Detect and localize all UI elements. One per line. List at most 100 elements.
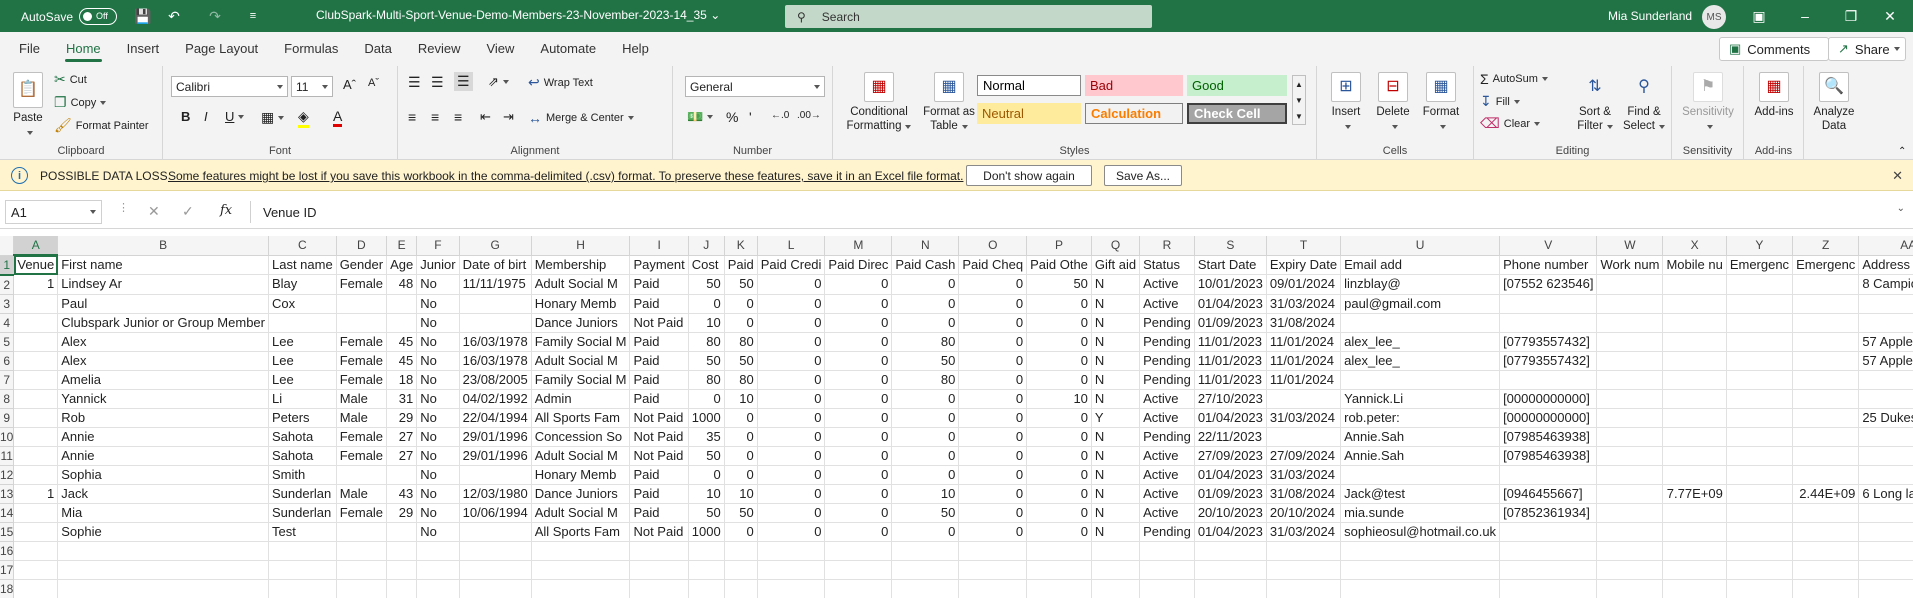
- cell[interactable]: [1726, 313, 1794, 333]
- cell[interactable]: [336, 560, 388, 580]
- cell[interactable]: 0: [724, 465, 758, 485]
- cell[interactable]: [459, 294, 532, 314]
- cell[interactable]: [1340, 370, 1501, 390]
- cell[interactable]: [1726, 484, 1794, 504]
- cell[interactable]: 27: [386, 446, 418, 466]
- cell[interactable]: 11/01/2023: [1194, 351, 1267, 371]
- cell[interactable]: 0: [724, 313, 758, 333]
- sensitivity-button[interactable]: ⚑ Sensitivity: [1678, 72, 1738, 133]
- cell[interactable]: N: [1091, 465, 1141, 485]
- cell[interactable]: 0: [824, 313, 893, 333]
- row-header[interactable]: 11: [0, 446, 15, 466]
- decrease-font-icon[interactable]: Aˇ: [368, 77, 379, 89]
- cell[interactable]: [958, 560, 1028, 580]
- cell[interactable]: Paid Othe: [1026, 255, 1092, 275]
- accounting-format-icon[interactable]: 💵: [687, 109, 714, 125]
- cell[interactable]: Date of birt: [459, 255, 532, 275]
- decrease-indent-icon[interactable]: ⇤: [480, 109, 491, 125]
- cell[interactable]: 01/04/2023: [1194, 408, 1267, 428]
- cell[interactable]: 80: [688, 332, 725, 352]
- row-header[interactable]: 12: [0, 465, 15, 485]
- cell[interactable]: [57, 579, 269, 598]
- cell[interactable]: [724, 560, 758, 580]
- cell[interactable]: 10/01/2023: [1194, 274, 1267, 295]
- cell[interactable]: All Sports Fam: [531, 522, 631, 542]
- format-as-table-button[interactable]: ▦ Format as Table: [921, 72, 977, 133]
- cell[interactable]: Active: [1139, 446, 1195, 466]
- cell[interactable]: 10: [1026, 389, 1092, 409]
- cell[interactable]: 50: [688, 446, 725, 466]
- cell[interactable]: [13, 465, 59, 485]
- cell[interactable]: Cox: [268, 294, 337, 314]
- cell[interactable]: N: [1091, 274, 1141, 295]
- cell[interactable]: [1662, 503, 1727, 523]
- cell[interactable]: 29: [386, 408, 418, 428]
- cell[interactable]: Annie.Sah: [1340, 427, 1501, 447]
- cell[interactable]: [1726, 446, 1794, 466]
- cell[interactable]: 16/03/1978: [459, 332, 532, 352]
- cell[interactable]: 0: [891, 389, 960, 409]
- style-normal[interactable]: Normal: [977, 75, 1081, 96]
- cell[interactable]: [1792, 579, 1860, 598]
- cell[interactable]: Pending: [1139, 370, 1195, 390]
- cell[interactable]: Mia: [57, 503, 269, 523]
- cell[interactable]: Gender: [336, 255, 388, 275]
- font-size-combo[interactable]: 11: [291, 76, 333, 97]
- cell[interactable]: [1662, 446, 1727, 466]
- cell[interactable]: [1858, 370, 1913, 390]
- paste-button[interactable]: 📋 Paste: [8, 72, 48, 139]
- cell[interactable]: [1596, 522, 1664, 542]
- cell[interactable]: Age: [386, 255, 418, 275]
- column-header[interactable]: E: [386, 236, 418, 256]
- row-header[interactable]: 14: [0, 503, 15, 523]
- cell[interactable]: [1662, 351, 1727, 371]
- cell[interactable]: Paid: [629, 294, 689, 314]
- cell[interactable]: 0: [891, 446, 960, 466]
- column-header[interactable]: T: [1266, 236, 1342, 256]
- tab-formulas[interactable]: Formulas: [271, 32, 351, 66]
- cell[interactable]: N: [1091, 484, 1141, 504]
- cell[interactable]: All Sports Fam: [531, 408, 631, 428]
- cell[interactable]: 45: [386, 332, 418, 352]
- cell[interactable]: 0: [824, 294, 893, 314]
- cell[interactable]: 0: [1026, 370, 1092, 390]
- cell[interactable]: N: [1091, 313, 1141, 333]
- cell[interactable]: Not Paid: [629, 522, 689, 542]
- cell[interactable]: Rob: [57, 408, 269, 428]
- cell[interactable]: [268, 313, 337, 333]
- cell[interactable]: [958, 579, 1028, 598]
- cell[interactable]: [1340, 560, 1501, 580]
- cell[interactable]: [757, 579, 826, 598]
- cell[interactable]: 0: [757, 408, 826, 428]
- cell[interactable]: [386, 541, 418, 561]
- cell[interactable]: 0: [958, 408, 1028, 428]
- cell[interactable]: Not Paid: [629, 408, 689, 428]
- cell[interactable]: 29/01/1996: [459, 427, 532, 447]
- row-header[interactable]: 3: [0, 294, 15, 314]
- cell[interactable]: N: [1091, 351, 1141, 371]
- cell[interactable]: [1726, 274, 1794, 295]
- column-header[interactable]: G: [459, 236, 532, 256]
- cell[interactable]: [13, 351, 59, 371]
- cell[interactable]: [958, 541, 1028, 561]
- cell[interactable]: 1000: [688, 408, 725, 428]
- number-format-combo[interactable]: General: [685, 76, 825, 97]
- cell[interactable]: [13, 446, 59, 466]
- cell[interactable]: Dance Juniors: [531, 313, 631, 333]
- cell[interactable]: 20/10/2023: [1194, 503, 1267, 523]
- cell[interactable]: 0: [757, 389, 826, 409]
- cell[interactable]: 0: [757, 484, 826, 504]
- cell[interactable]: Expiry Date: [1266, 255, 1342, 275]
- cell[interactable]: Status: [1139, 255, 1195, 275]
- cell[interactable]: Adult Social M: [531, 503, 631, 523]
- cell[interactable]: [459, 541, 532, 561]
- cell[interactable]: [336, 294, 388, 314]
- cell[interactable]: Payment: [629, 255, 689, 275]
- cell[interactable]: 6 Long lane: [1858, 484, 1913, 504]
- cell[interactable]: Female: [336, 332, 388, 352]
- cell[interactable]: [1340, 541, 1501, 561]
- cell[interactable]: 80: [891, 332, 960, 352]
- cell[interactable]: 0: [757, 313, 826, 333]
- row-header[interactable]: 7: [0, 370, 15, 390]
- row-header[interactable]: 18: [0, 579, 15, 598]
